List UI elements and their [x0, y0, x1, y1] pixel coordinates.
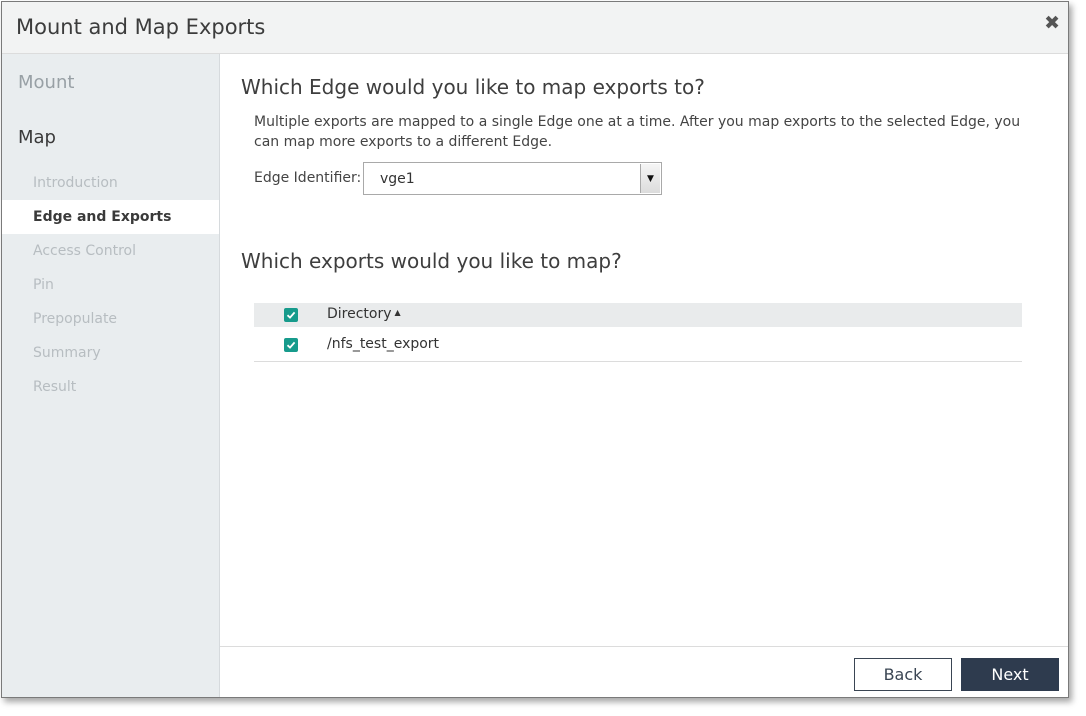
row-checkbox[interactable] [284, 338, 298, 352]
edge-identifier-label: Edge Identifier: [254, 170, 362, 186]
close-icon[interactable]: ✖ [1044, 12, 1060, 34]
checkmark-icon [286, 341, 296, 349]
sidebar-step-prepopulate[interactable]: Prepopulate [2, 302, 219, 336]
sidebar-step-edge-and-exports[interactable]: Edge and Exports [2, 200, 219, 234]
select-all-checkbox[interactable] [284, 308, 298, 322]
checkmark-icon [286, 311, 296, 319]
sort-ascending-icon: ▲ [394, 308, 401, 317]
wizard-content: Which Edge would you like to map exports… [220, 54, 1068, 646]
mount-map-dialog: Mount and Map Exports ✖ Mount Map Introd… [1, 1, 1069, 698]
next-button[interactable]: Next [961, 658, 1059, 691]
back-button[interactable]: Back [854, 658, 952, 691]
sidebar-step-pin[interactable]: Pin [2, 268, 219, 302]
dropdown-arrow-icon[interactable]: ▼ [640, 164, 660, 193]
directory-cell: /nfs_test_export [327, 336, 440, 352]
exports-grid: Directory ▲ /nfs_test_export [254, 303, 1022, 362]
directory-column-label: Directory [327, 306, 392, 322]
sidebar-step-result[interactable]: Result [2, 370, 219, 404]
sidebar-step-introduction[interactable]: Introduction [2, 166, 219, 200]
sidebar-step-summary[interactable]: Summary [2, 336, 219, 370]
edge-identifier-value: vge1 [380, 171, 415, 187]
grid-header: Directory ▲ [254, 303, 1022, 327]
exports-question-heading: Which exports would you like to map? [241, 249, 622, 273]
sidebar-section-mount[interactable]: Mount [18, 72, 74, 93]
sidebar-step-access-control[interactable]: Access Control [2, 234, 219, 268]
directory-column-header[interactable]: Directory ▲ [327, 306, 401, 322]
edge-identifier-select[interactable]: vge1 ▼ [363, 162, 662, 195]
wizard-sidebar: Mount Map Introduction Edge and Exports … [2, 54, 220, 697]
edge-question-heading: Which Edge would you like to map exports… [241, 75, 705, 99]
wizard-steps: Introduction Edge and Exports Access Con… [2, 166, 219, 404]
table-row[interactable]: /nfs_test_export [254, 327, 1022, 362]
dialog-footer: Back Next [220, 646, 1068, 697]
dialog-title: Mount and Map Exports [16, 15, 266, 39]
edge-description: Multiple exports are mapped to a single … [254, 114, 1021, 150]
dialog-titlebar: Mount and Map Exports ✖ [2, 2, 1068, 54]
sidebar-section-map[interactable]: Map [18, 127, 56, 148]
